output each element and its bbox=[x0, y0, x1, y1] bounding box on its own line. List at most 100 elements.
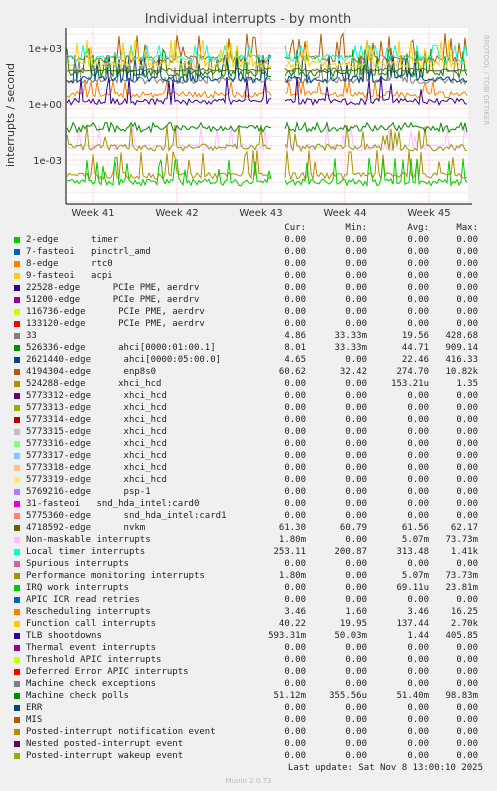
legend-value-max: 0.00 bbox=[456, 451, 478, 461]
legend-value-cur: 0.00 bbox=[284, 451, 306, 461]
legend-series-name: Posted-interrupt wakeup event bbox=[26, 751, 184, 761]
legend-swatch bbox=[14, 405, 20, 411]
legend-value-min: 355.56u bbox=[329, 691, 367, 701]
last-update-text: Last update: Sat Nov 8 13:00:10 2025 bbox=[287, 763, 483, 773]
legend-table: Cur: Min: Avg: Max: 2-edge timer 0.00 0.00… bbox=[0, 222, 497, 762]
legend-value-cur: 0.00 bbox=[284, 235, 306, 245]
legend-swatch bbox=[14, 717, 20, 723]
legend-row: Function call interrupts 40.22 19.95 137.44… bbox=[0, 618, 497, 630]
legend-value-max: 0.00 bbox=[456, 559, 478, 569]
legend-series-name: ERR bbox=[26, 703, 43, 713]
legend-swatch bbox=[14, 693, 20, 699]
legend-value-max: 0.00 bbox=[456, 595, 478, 605]
legend-row: 5773316-edge xhci_hcd 0.00 0.00 0.00 0.00 bbox=[0, 438, 497, 450]
legend-value-max: 428.68 bbox=[445, 331, 478, 341]
chart-title: Individual interrupts - by month bbox=[145, 12, 351, 27]
legend-series-name: 5773312-edge xhci_hcd bbox=[26, 391, 167, 401]
legend-swatch bbox=[14, 321, 20, 327]
legend-series-name: 2-edge timer bbox=[26, 235, 119, 245]
legend-value-cur: 0.00 bbox=[284, 391, 306, 401]
legend-value-min: 0.00 bbox=[345, 679, 367, 689]
y-axis-label: interrupts / second bbox=[4, 63, 17, 167]
legend-series-name: 5769216-edge psp-1 bbox=[26, 487, 151, 497]
legend-swatch bbox=[14, 333, 20, 339]
legend-value-min: 0.00 bbox=[345, 379, 367, 389]
legend-value-min: 0.00 bbox=[345, 751, 367, 761]
legend-value-cur: 0.00 bbox=[284, 247, 306, 257]
legend-value-cur: 253.11 bbox=[273, 547, 306, 557]
legend-value-cur: 1.80m bbox=[278, 571, 306, 581]
legend-series-name: 116736-edge PCIe PME, aerdrv bbox=[26, 307, 205, 317]
legend-row: 8-edge rtc0 0.00 0.00 0.00 0.00 bbox=[0, 258, 497, 270]
legend-swatch bbox=[14, 345, 20, 351]
legend-series-name: MIS bbox=[26, 715, 43, 725]
legend-row: 116736-edge PCIe PME, aerdrv 0.00 0.00 0.00… bbox=[0, 306, 497, 318]
legend-row: Deferred Error APIC interrupts 0.00 0.00 0.… bbox=[0, 666, 497, 678]
legend-series-name: 4194304-edge enp8s0 bbox=[26, 367, 157, 377]
legend-swatch bbox=[14, 249, 20, 255]
legend-row: Nested posted-interrupt event 0.00 0.00 0.0… bbox=[0, 738, 497, 750]
legend-series-name: 9-fasteoi acpi bbox=[26, 271, 113, 281]
legend-value-cur: 0.00 bbox=[284, 751, 306, 761]
legend-value-cur: 0.00 bbox=[284, 655, 306, 665]
legend-swatch bbox=[14, 741, 20, 747]
legend-value-min: 1.60 bbox=[345, 607, 367, 617]
legend-value-cur: 0.00 bbox=[284, 271, 306, 281]
legend-row: 5773314-edge xhci_hcd 0.00 0.00 0.00 0.00 bbox=[0, 414, 497, 426]
legend-row: 33 4.86 33.33m 19.56 428.68 bbox=[0, 330, 497, 342]
column-header-cur: Cur: bbox=[284, 223, 306, 233]
legend-value-min: 50.03m bbox=[334, 631, 367, 641]
legend-value-max: 0.00 bbox=[456, 391, 478, 401]
legend-series-name: Spurious interrupts bbox=[26, 559, 129, 569]
legend-value-max: 0.00 bbox=[456, 667, 478, 677]
legend-value-min: 0.00 bbox=[345, 475, 367, 485]
legend-swatch bbox=[14, 261, 20, 267]
legend-value-max: 0.00 bbox=[456, 463, 478, 473]
legend-series-name: APIC ICR read retries bbox=[26, 595, 140, 605]
y-tick-label: 1e+00 bbox=[28, 100, 62, 111]
legend-value-cur: 3.46 bbox=[284, 607, 306, 617]
legend-value-min: 0.00 bbox=[345, 271, 367, 281]
legend-value-cur: 0.00 bbox=[284, 283, 306, 293]
legend-row: 5773318-edge xhci_hcd 0.00 0.00 0.00 0.00 bbox=[0, 462, 497, 474]
legend-row: 5769216-edge psp-1 0.00 0.00 0.00 0.00 bbox=[0, 486, 497, 498]
legend-value-min: 0.00 bbox=[345, 439, 367, 449]
legend-value-min: 0.00 bbox=[345, 583, 367, 593]
legend-value-min: 0.00 bbox=[345, 451, 367, 461]
legend-value-max: 0.00 bbox=[456, 703, 478, 713]
legend-row: ERR 0.00 0.00 0.00 0.00 bbox=[0, 702, 497, 714]
legend-value-max: 1.41k bbox=[450, 547, 478, 557]
legend-value-cur: 0.00 bbox=[284, 643, 306, 653]
legend-value-cur: 61.30 bbox=[278, 523, 306, 533]
legend-value-max: 98.83m bbox=[445, 691, 478, 701]
legend-row: Threshold APIC interrupts 0.00 0.00 0.00 0.0… bbox=[0, 654, 497, 666]
legend-row: 5773317-edge xhci_hcd 0.00 0.00 0.00 0.00 bbox=[0, 450, 497, 462]
legend-value-max: 0.00 bbox=[456, 271, 478, 281]
legend-series-name: 5773319-edge xhci_hcd bbox=[26, 475, 167, 485]
legend-value-min: 0.00 bbox=[345, 655, 367, 665]
legend-value-cur: 0.00 bbox=[284, 475, 306, 485]
legend-series-name: 7-fasteoi pinctrl_amd bbox=[26, 247, 151, 257]
legend-value-max: 0.00 bbox=[456, 307, 478, 317]
legend-series-name: 5775360-edge snd_hda_intel:card1 bbox=[26, 511, 227, 521]
legend-value-min: 0.00 bbox=[345, 499, 367, 509]
legend-row: 7-fasteoi pinctrl_amd 0.00 0.00 0.00 0.00 bbox=[0, 246, 497, 258]
legend-swatch bbox=[14, 513, 20, 519]
legend-value-max: 0.00 bbox=[456, 475, 478, 485]
legend-series-name: 22528-edge PCIe PME, aerdrv bbox=[26, 283, 200, 293]
legend-series-name: 5773313-edge xhci_hcd bbox=[26, 403, 167, 413]
legend-swatch bbox=[14, 477, 20, 483]
legend-value-min: 0.00 bbox=[345, 703, 367, 713]
legend-series-name: 133120-edge PCIe PME, aerdrv bbox=[26, 319, 205, 329]
legend-series-name: 526336-edge ahci[0000:01:00.1] bbox=[26, 343, 216, 353]
legend-series-name: 4718592-edge nvkm bbox=[26, 523, 146, 533]
legend-value-cur: 0.00 bbox=[284, 319, 306, 329]
chart-area: Individual interrupts - by month interru… bbox=[4, 12, 490, 219]
legend-value-max: 0.00 bbox=[456, 259, 478, 269]
legend-swatch bbox=[14, 393, 20, 399]
legend-value-cur: 0.00 bbox=[284, 583, 306, 593]
legend-row: 5775360-edge snd_hda_intel:card1 0.00 0.00… bbox=[0, 510, 497, 522]
legend-row: 4718592-edge nvkm 61.30 60.79 61.56 62.17 bbox=[0, 522, 497, 534]
legend-swatch bbox=[14, 525, 20, 531]
legend-value-max: 0.00 bbox=[456, 283, 478, 293]
